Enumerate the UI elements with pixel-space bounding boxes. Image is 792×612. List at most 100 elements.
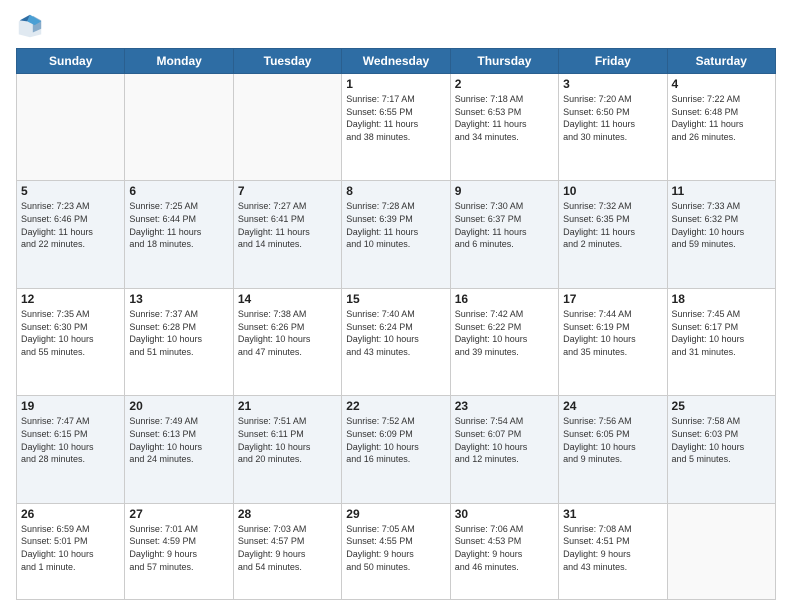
- day-cell: 6 Sunrise: 7:25 AM Sunset: 6:44 PM Daylig…: [125, 181, 233, 288]
- day-cell: 29 Sunrise: 7:05 AM Sunset: 4:55 PM Dayli…: [342, 503, 450, 599]
- day-cell: 5 Sunrise: 7:23 AM Sunset: 6:46 PM Daylig…: [17, 181, 125, 288]
- day-cell: 1Sunrise: 7:17 AM Sunset: 6:55 PM Daylig…: [342, 74, 450, 181]
- day-info: Sunrise: 7:37 AM Sunset: 6:28 PM Dayligh…: [129, 308, 228, 358]
- weekday-header-row: SundayMondayTuesdayWednesdayThursdayFrid…: [17, 49, 776, 74]
- weekday-tuesday: Tuesday: [233, 49, 341, 74]
- day-number: 3: [563, 77, 662, 91]
- day-number: 2: [455, 77, 554, 91]
- day-cell: 13 Sunrise: 7:37 AM Sunset: 6:28 PM Dayli…: [125, 288, 233, 395]
- day-number: 30: [455, 507, 554, 521]
- day-number: 27: [129, 507, 228, 521]
- day-number: 5: [21, 184, 120, 198]
- day-info: Sunrise: 7:22 AM Sunset: 6:48 PM Dayligh…: [672, 93, 771, 143]
- day-number: 18: [672, 292, 771, 306]
- day-number: 21: [238, 399, 337, 413]
- calendar-table: SundayMondayTuesdayWednesdayThursdayFrid…: [16, 48, 776, 600]
- logo-icon: [16, 12, 44, 40]
- weekday-sunday: Sunday: [17, 49, 125, 74]
- day-cell: 19 Sunrise: 7:47 AM Sunset: 6:15 PM Dayli…: [17, 396, 125, 503]
- day-info: Sunrise: 7:27 AM Sunset: 6:41 PM Dayligh…: [238, 200, 337, 250]
- day-number: 31: [563, 507, 662, 521]
- day-info: Sunrise: 7:33 AM Sunset: 6:32 PM Dayligh…: [672, 200, 771, 250]
- day-info: Sunrise: 7:44 AM Sunset: 6:19 PM Dayligh…: [563, 308, 662, 358]
- day-cell: 7 Sunrise: 7:27 AM Sunset: 6:41 PM Daylig…: [233, 181, 341, 288]
- day-info: Sunrise: 7:30 AM Sunset: 6:37 PM Dayligh…: [455, 200, 554, 250]
- day-cell: 15 Sunrise: 7:40 AM Sunset: 6:24 PM Dayli…: [342, 288, 450, 395]
- day-cell: 12 Sunrise: 7:35 AM Sunset: 6:30 PM Dayli…: [17, 288, 125, 395]
- day-info: Sunrise: 7:58 AM Sunset: 6:03 PM Dayligh…: [672, 415, 771, 465]
- day-number: 10: [563, 184, 662, 198]
- day-info: Sunrise: 7:32 AM Sunset: 6:35 PM Dayligh…: [563, 200, 662, 250]
- day-number: 26: [21, 507, 120, 521]
- day-number: 17: [563, 292, 662, 306]
- week-row-1: 5 Sunrise: 7:23 AM Sunset: 6:46 PM Daylig…: [17, 181, 776, 288]
- day-cell: 26 Sunrise: 6:59 AM Sunset: 5:01 PM Dayli…: [17, 503, 125, 599]
- day-cell: [667, 503, 775, 599]
- day-info: Sunrise: 7:38 AM Sunset: 6:26 PM Dayligh…: [238, 308, 337, 358]
- day-info: Sunrise: 7:54 AM Sunset: 6:07 PM Dayligh…: [455, 415, 554, 465]
- day-number: 13: [129, 292, 228, 306]
- day-info: Sunrise: 7:23 AM Sunset: 6:46 PM Dayligh…: [21, 200, 120, 250]
- day-cell: 3 Sunrise: 7:20 AM Sunset: 6:50 PM Daylig…: [559, 74, 667, 181]
- day-cell: 17 Sunrise: 7:44 AM Sunset: 6:19 PM Dayli…: [559, 288, 667, 395]
- day-info: Sunrise: 7:20 AM Sunset: 6:50 PM Dayligh…: [563, 93, 662, 143]
- day-number: 24: [563, 399, 662, 413]
- weekday-monday: Monday: [125, 49, 233, 74]
- header: [16, 12, 776, 40]
- day-number: 9: [455, 184, 554, 198]
- day-info: Sunrise: 7:28 AM Sunset: 6:39 PM Dayligh…: [346, 200, 445, 250]
- day-number: 28: [238, 507, 337, 521]
- day-cell: 18 Sunrise: 7:45 AM Sunset: 6:17 PM Dayli…: [667, 288, 775, 395]
- day-number: 6: [129, 184, 228, 198]
- week-row-2: 12 Sunrise: 7:35 AM Sunset: 6:30 PM Dayli…: [17, 288, 776, 395]
- day-cell: 20Sunrise: 7:49 AM Sunset: 6:13 PM Dayli…: [125, 396, 233, 503]
- day-cell: 27 Sunrise: 7:01 AM Sunset: 4:59 PM Dayli…: [125, 503, 233, 599]
- day-cell: 8 Sunrise: 7:28 AM Sunset: 6:39 PM Daylig…: [342, 181, 450, 288]
- day-cell: 22Sunrise: 7:52 AM Sunset: 6:09 PM Dayli…: [342, 396, 450, 503]
- day-info: Sunrise: 6:59 AM Sunset: 5:01 PM Dayligh…: [21, 523, 120, 573]
- day-number: 19: [21, 399, 120, 413]
- day-info: Sunrise: 7:47 AM Sunset: 6:15 PM Dayligh…: [21, 415, 120, 465]
- day-number: 15: [346, 292, 445, 306]
- day-info: Sunrise: 7:25 AM Sunset: 6:44 PM Dayligh…: [129, 200, 228, 250]
- page: SundayMondayTuesdayWednesdayThursdayFrid…: [0, 0, 792, 612]
- day-cell: 11 Sunrise: 7:33 AM Sunset: 6:32 PM Dayli…: [667, 181, 775, 288]
- day-cell: 14 Sunrise: 7:38 AM Sunset: 6:26 PM Dayli…: [233, 288, 341, 395]
- day-cell: 10 Sunrise: 7:32 AM Sunset: 6:35 PM Dayli…: [559, 181, 667, 288]
- weekday-wednesday: Wednesday: [342, 49, 450, 74]
- day-info: Sunrise: 7:08 AM Sunset: 4:51 PM Dayligh…: [563, 523, 662, 573]
- day-number: 23: [455, 399, 554, 413]
- day-info: Sunrise: 7:03 AM Sunset: 4:57 PM Dayligh…: [238, 523, 337, 573]
- day-info: Sunrise: 7:01 AM Sunset: 4:59 PM Dayligh…: [129, 523, 228, 573]
- day-info: Sunrise: 7:18 AM Sunset: 6:53 PM Dayligh…: [455, 93, 554, 143]
- weekday-thursday: Thursday: [450, 49, 558, 74]
- day-cell: 24Sunrise: 7:56 AM Sunset: 6:05 PM Dayli…: [559, 396, 667, 503]
- day-info: Sunrise: 7:06 AM Sunset: 4:53 PM Dayligh…: [455, 523, 554, 573]
- day-number: 12: [21, 292, 120, 306]
- day-number: 29: [346, 507, 445, 521]
- logo: [16, 12, 48, 40]
- day-info: Sunrise: 7:42 AM Sunset: 6:22 PM Dayligh…: [455, 308, 554, 358]
- day-info: Sunrise: 7:40 AM Sunset: 6:24 PM Dayligh…: [346, 308, 445, 358]
- day-number: 22: [346, 399, 445, 413]
- day-cell: 16Sunrise: 7:42 AM Sunset: 6:22 PM Dayli…: [450, 288, 558, 395]
- day-info: Sunrise: 7:35 AM Sunset: 6:30 PM Dayligh…: [21, 308, 120, 358]
- day-info: Sunrise: 7:45 AM Sunset: 6:17 PM Dayligh…: [672, 308, 771, 358]
- week-row-0: 1Sunrise: 7:17 AM Sunset: 6:55 PM Daylig…: [17, 74, 776, 181]
- day-cell: [17, 74, 125, 181]
- day-cell: [125, 74, 233, 181]
- day-cell: 30 Sunrise: 7:06 AM Sunset: 4:53 PM Dayli…: [450, 503, 558, 599]
- day-cell: 4Sunrise: 7:22 AM Sunset: 6:48 PM Daylig…: [667, 74, 775, 181]
- day-info: Sunrise: 7:05 AM Sunset: 4:55 PM Dayligh…: [346, 523, 445, 573]
- day-number: 11: [672, 184, 771, 198]
- day-info: Sunrise: 7:51 AM Sunset: 6:11 PM Dayligh…: [238, 415, 337, 465]
- day-number: 7: [238, 184, 337, 198]
- weekday-saturday: Saturday: [667, 49, 775, 74]
- day-cell: [233, 74, 341, 181]
- day-cell: 23 Sunrise: 7:54 AM Sunset: 6:07 PM Dayli…: [450, 396, 558, 503]
- day-info: Sunrise: 7:49 AM Sunset: 6:13 PM Dayligh…: [129, 415, 228, 465]
- day-cell: 9 Sunrise: 7:30 AM Sunset: 6:37 PM Daylig…: [450, 181, 558, 288]
- day-number: 8: [346, 184, 445, 198]
- day-number: 14: [238, 292, 337, 306]
- day-cell: 25Sunrise: 7:58 AM Sunset: 6:03 PM Dayli…: [667, 396, 775, 503]
